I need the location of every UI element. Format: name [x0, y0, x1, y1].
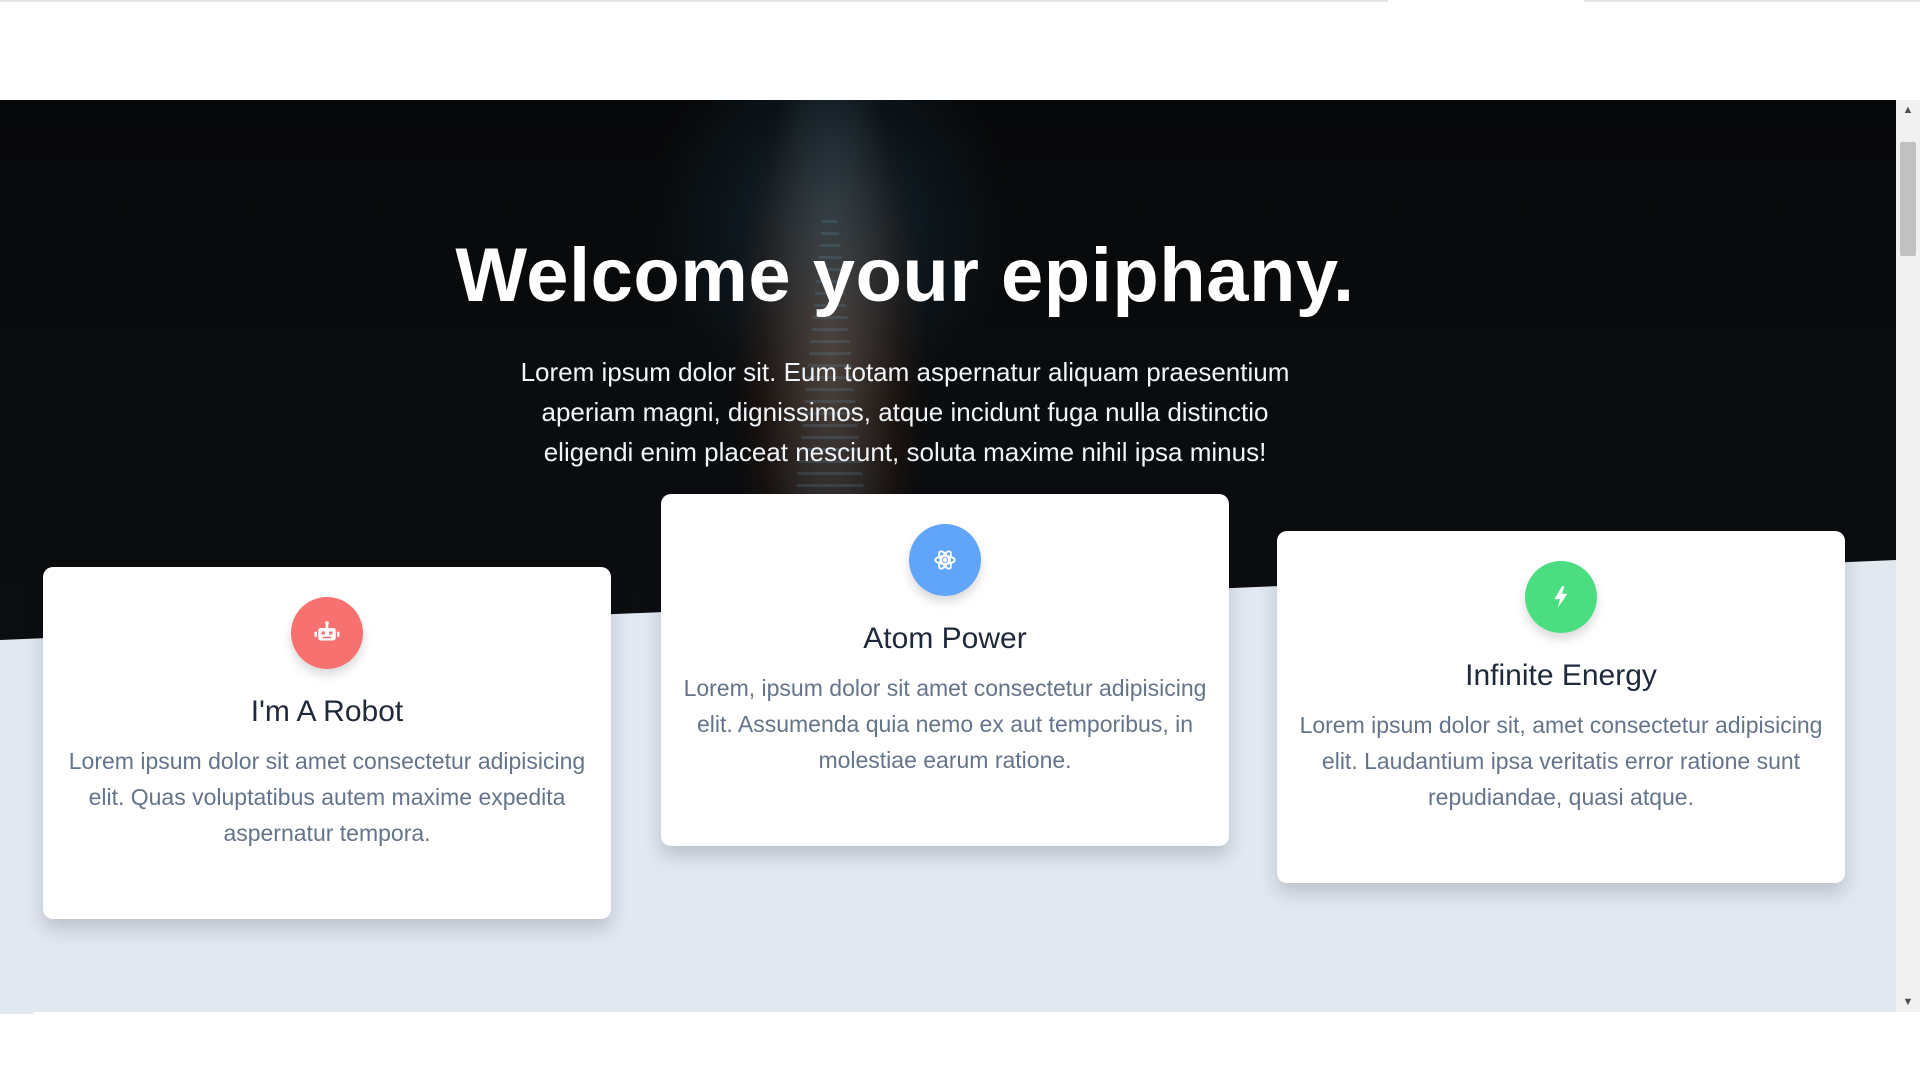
browser-top-area: [0, 0, 1920, 100]
bolt-icon: [1525, 561, 1597, 633]
hero-title: Welcome your epiphany.: [455, 233, 1355, 318]
card-title: Infinite Energy: [1465, 659, 1657, 692]
robot-icon: [291, 597, 363, 669]
card-title: Atom Power: [863, 622, 1027, 655]
card-description: Lorem ipsum dolor sit, amet consectetur …: [1299, 712, 1823, 810]
hero-description: Lorem ipsum dolor sit. Eum totam asperna…: [520, 357, 1290, 467]
browser-bottom-area: [0, 1012, 1920, 1080]
scroll-down-arrow-icon[interactable]: ▼: [1896, 992, 1920, 1012]
feature-card-energy: Infinite Energy Lorem ipsum dolor sit, a…: [1277, 531, 1845, 883]
feature-card-robot: I'm A Robot Lorem ipsum dolor sit amet c…: [43, 567, 611, 919]
top-divider-right: [1584, 0, 1920, 2]
card-description: Lorem, ipsum dolor sit amet consectetur …: [683, 675, 1207, 773]
feature-card-atom: Atom Power Lorem, ipsum dolor sit amet c…: [661, 494, 1229, 846]
top-divider: [0, 0, 1388, 2]
bottom-divider: [0, 1012, 34, 1014]
card-title: I'm A Robot: [250, 695, 404, 728]
scrollbar-thumb[interactable]: [1900, 142, 1916, 256]
page-viewport: Welcome your epiphany. Lorem ipsum dolor…: [0, 100, 1896, 1012]
scroll-up-arrow-icon[interactable]: ▲: [1896, 100, 1920, 120]
vertical-scrollbar[interactable]: ▲ ▼: [1896, 100, 1920, 1012]
atom-icon: [909, 524, 981, 596]
card-description: Lorem ipsum dolor sit amet consectetur a…: [68, 748, 586, 846]
